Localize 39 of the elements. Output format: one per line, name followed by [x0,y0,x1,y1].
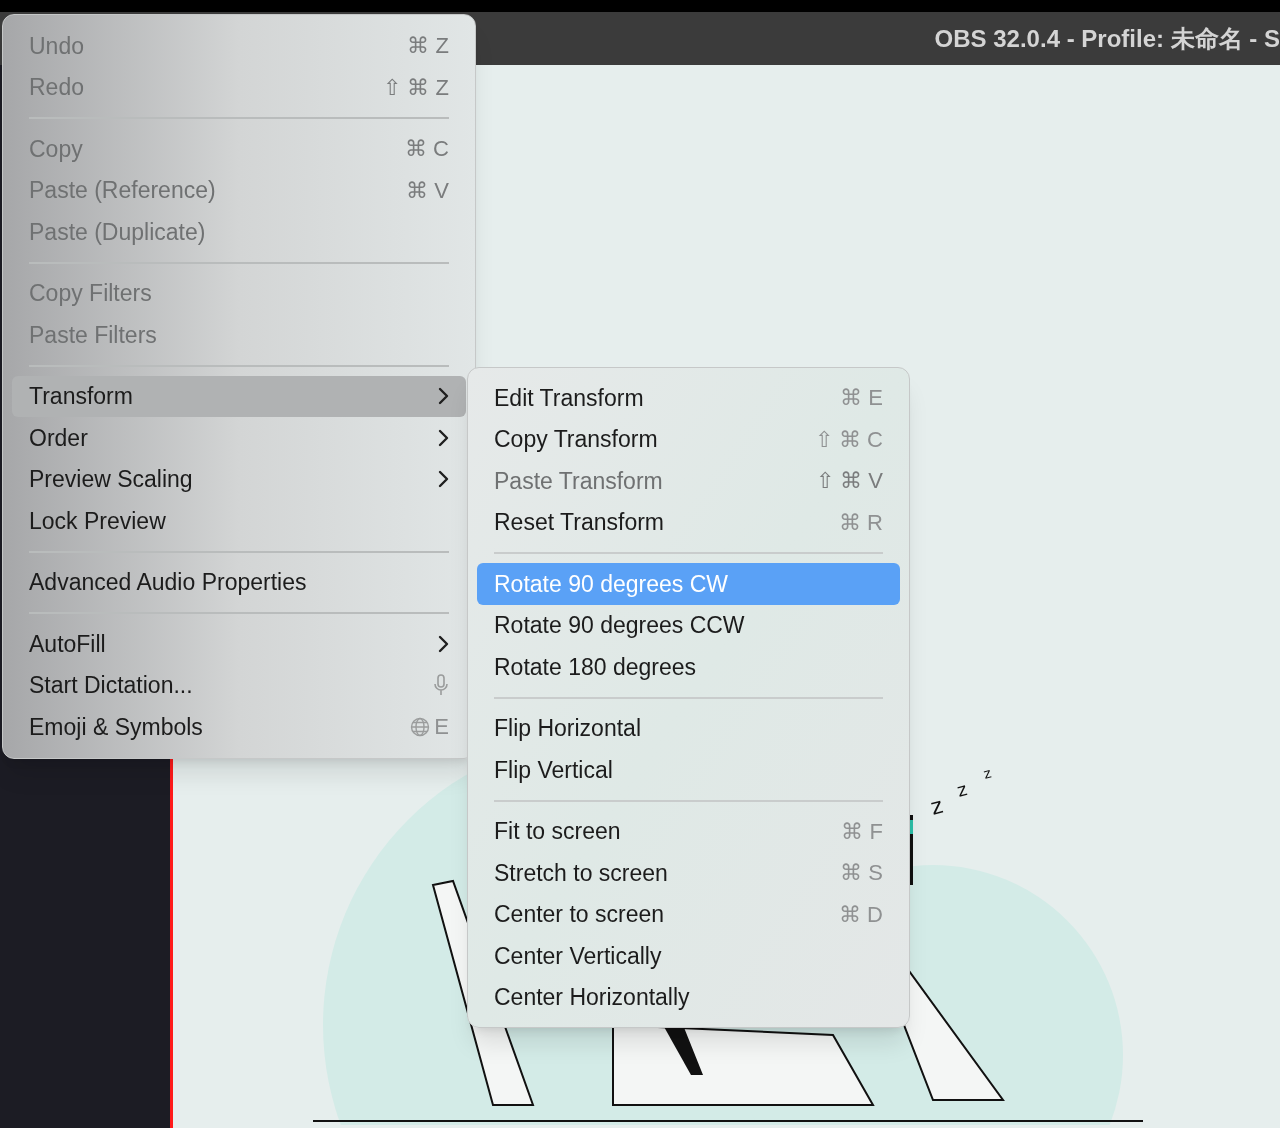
shortcut-label: ⌘ E [840,384,883,413]
menu-item[interactable]: Reset Transform ⌘ R [477,501,900,543]
menu-item[interactable]: Flip Vertical [477,749,900,791]
menu-item[interactable]: Rotate 90 degrees CCW [477,604,900,646]
shortcut-label: ⌘ D [839,900,883,929]
shortcut-label: ⌘ V [406,176,449,205]
shortcut-label: ⌘ R [839,508,883,537]
shortcut-label: ⌘ F [841,817,883,846]
menu-item[interactable]: Edit Transform ⌘ E [477,377,900,419]
shortcut-label: ⌘ Z [407,32,449,61]
menu-item[interactable]: Rotate 180 degrees [477,646,900,688]
menu-item[interactable]: Lock Preview [12,500,466,542]
shortcut-label: ⇧ ⌘ V [816,467,883,496]
chevron-right-icon [437,387,449,406]
shortcut-label: ⌘ S [840,859,883,888]
window-title: OBS 32.0.4 - Profile: 未命名 - S [934,23,1280,54]
menu-item[interactable]: Stretch to screen ⌘ S [477,852,900,894]
menu-item[interactable]: Copy Transform ⇧ ⌘ C [477,418,900,460]
menu-item[interactable]: Center Vertically [477,935,900,977]
menu-item[interactable]: Fit to screen ⌘ F [477,810,900,852]
menu-item[interactable]: Advanced Audio Properties [12,561,466,603]
menu-item[interactable]: Flip Horizontal [477,707,900,749]
menu-item[interactable]: Emoji & Symbols E [12,706,466,748]
shortcut-label: ⇧ ⌘ C [814,425,883,454]
menu-item[interactable]: Order [12,417,466,459]
chevron-right-icon [437,470,449,489]
menu-item[interactable]: Center to screen ⌘ D [477,893,900,935]
shortcut-label: ⇧ ⌘ Z [383,73,449,102]
globe-icon [410,716,431,737]
chevron-right-icon [437,428,449,447]
microphone-icon [433,674,449,697]
menu-item[interactable]: Center Horizontally [477,976,900,1018]
menu-item[interactable]: AutoFill [12,623,466,665]
shortcut-label: ⌘ C [405,135,449,164]
menu-item[interactable]: Start Dictation... [12,664,466,706]
shortcut-label: E [434,713,449,742]
menu-item[interactable]: Preview Scaling [12,458,466,500]
chevron-right-icon [437,634,449,653]
menu-item[interactable]: Transform [12,375,466,417]
